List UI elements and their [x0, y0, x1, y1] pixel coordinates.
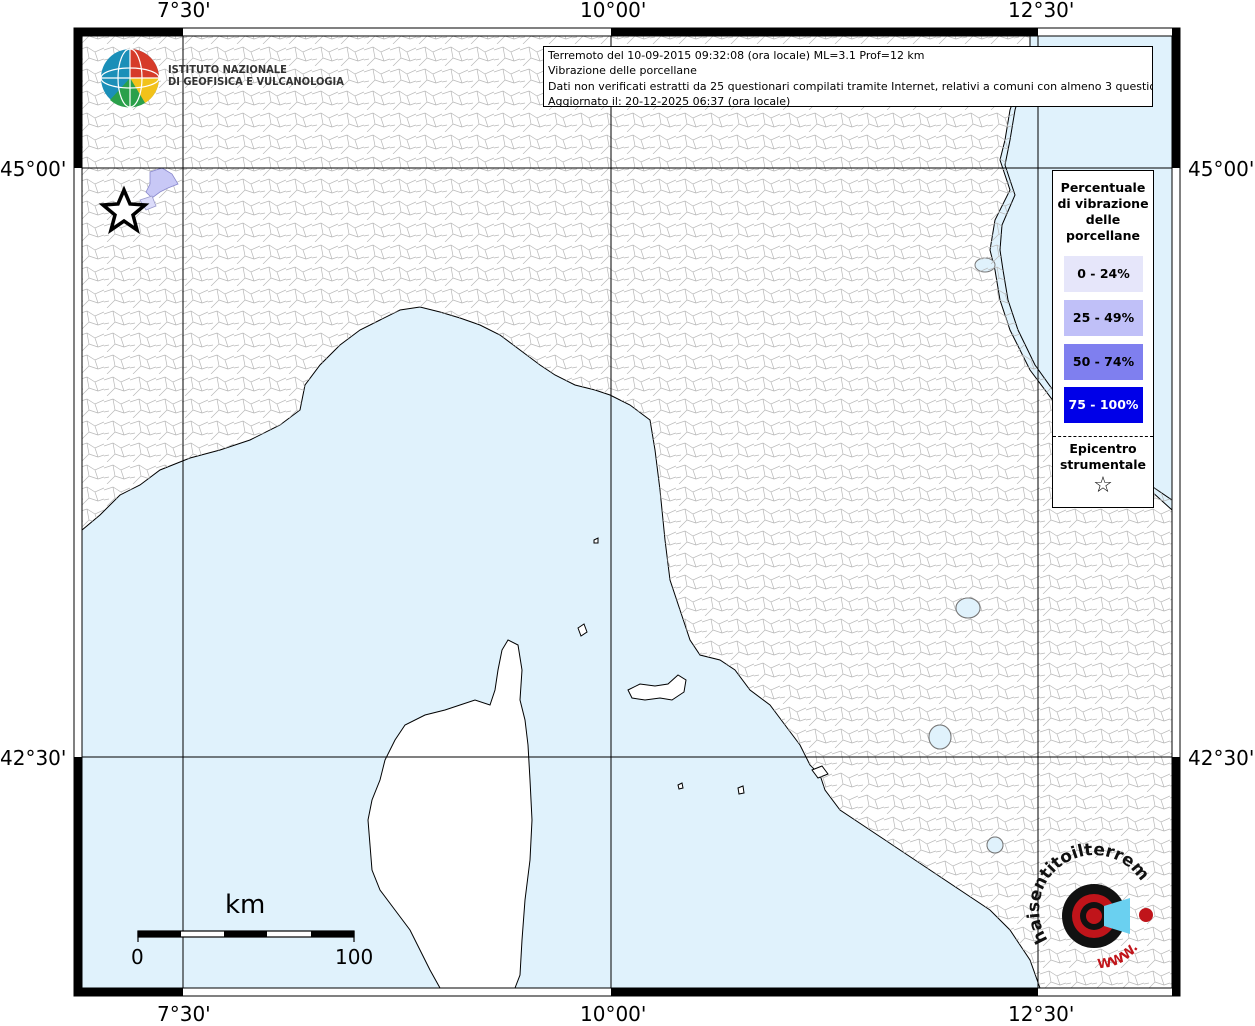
lon-tick-bottom-2: 10°00' [580, 1002, 647, 1026]
legend-title-line3: delle [1085, 212, 1121, 227]
ingv-logo-text: ISTITUTO NAZIONALE DI GEOFISICA E VULCAN… [168, 64, 344, 88]
lon-tick-top-3: 12°30' [1008, 0, 1075, 22]
legend-epicenter: Epicentro strumentale ☆ [1053, 441, 1153, 499]
lon-tick-bottom-1: 7°30' [157, 1002, 211, 1026]
legend-class-25-49: 25 - 49% [1064, 300, 1143, 336]
lon-tick-top-2: 10°00' [580, 0, 647, 22]
event-updated: Aggiornato il: 20-12-2025 06:37 (ora loc… [548, 94, 791, 107]
lon-tick-bottom-3: 12°30' [1008, 1002, 1075, 1026]
scale-unit: km [225, 890, 266, 920]
event-data-note: Dati non verificati estratti da 25 quest… [548, 79, 1153, 93]
legend-class-50-74: 50 - 74% [1064, 344, 1143, 380]
lake-bolsena-fill [928, 724, 952, 750]
legend-divider [1053, 436, 1153, 437]
scale-end: 100 [335, 945, 374, 969]
legend-title: Percentuale di vibrazione delle porcella… [1053, 180, 1153, 244]
lake-trasimeno-fill [955, 597, 981, 619]
legend-class-0-24: 0 - 24% [1064, 256, 1143, 292]
legend-title-line2: di vibrazione [1057, 196, 1149, 211]
lat-tick-right-1: 45°00' [1188, 157, 1255, 181]
legend-epicenter-line1: Epicentro [1069, 441, 1137, 456]
legend-star-icon: ☆ [1093, 473, 1113, 498]
lat-tick-left-1: 45°00' [0, 157, 67, 181]
legend: Percentuale di vibrazione delle porcella… [1052, 170, 1154, 508]
legend-title-line1: Percentuale [1060, 180, 1146, 195]
lon-tick-top-1: 7°30' [157, 0, 211, 22]
legend-title-line4: porcellane [1066, 228, 1140, 243]
lat-tick-right-2: 42°30' [1188, 746, 1255, 770]
legend-class-75-100: 75 - 100% [1064, 387, 1143, 423]
giglio-island [737, 785, 745, 795]
scale-start: 0 [131, 945, 144, 969]
map[interactable]: haisentitoilterremoto.it WWW. [0, 0, 1255, 1024]
ingv-line2: DI GEOFISICA E VULCANOLOGIA [168, 75, 344, 88]
event-subtitle: Vibrazione delle porcellane [548, 64, 697, 78]
lake-bracciano-fill [986, 836, 1004, 854]
event-info-box: Terremoto del 10-09-2015 09:32:08 (ora l… [543, 46, 1153, 107]
legend-epicenter-line2: strumentale [1059, 457, 1147, 472]
event-title: Terremoto del 10-09-2015 09:32:08 (ora l… [548, 49, 925, 62]
lat-tick-left-2: 42°30' [0, 746, 67, 770]
